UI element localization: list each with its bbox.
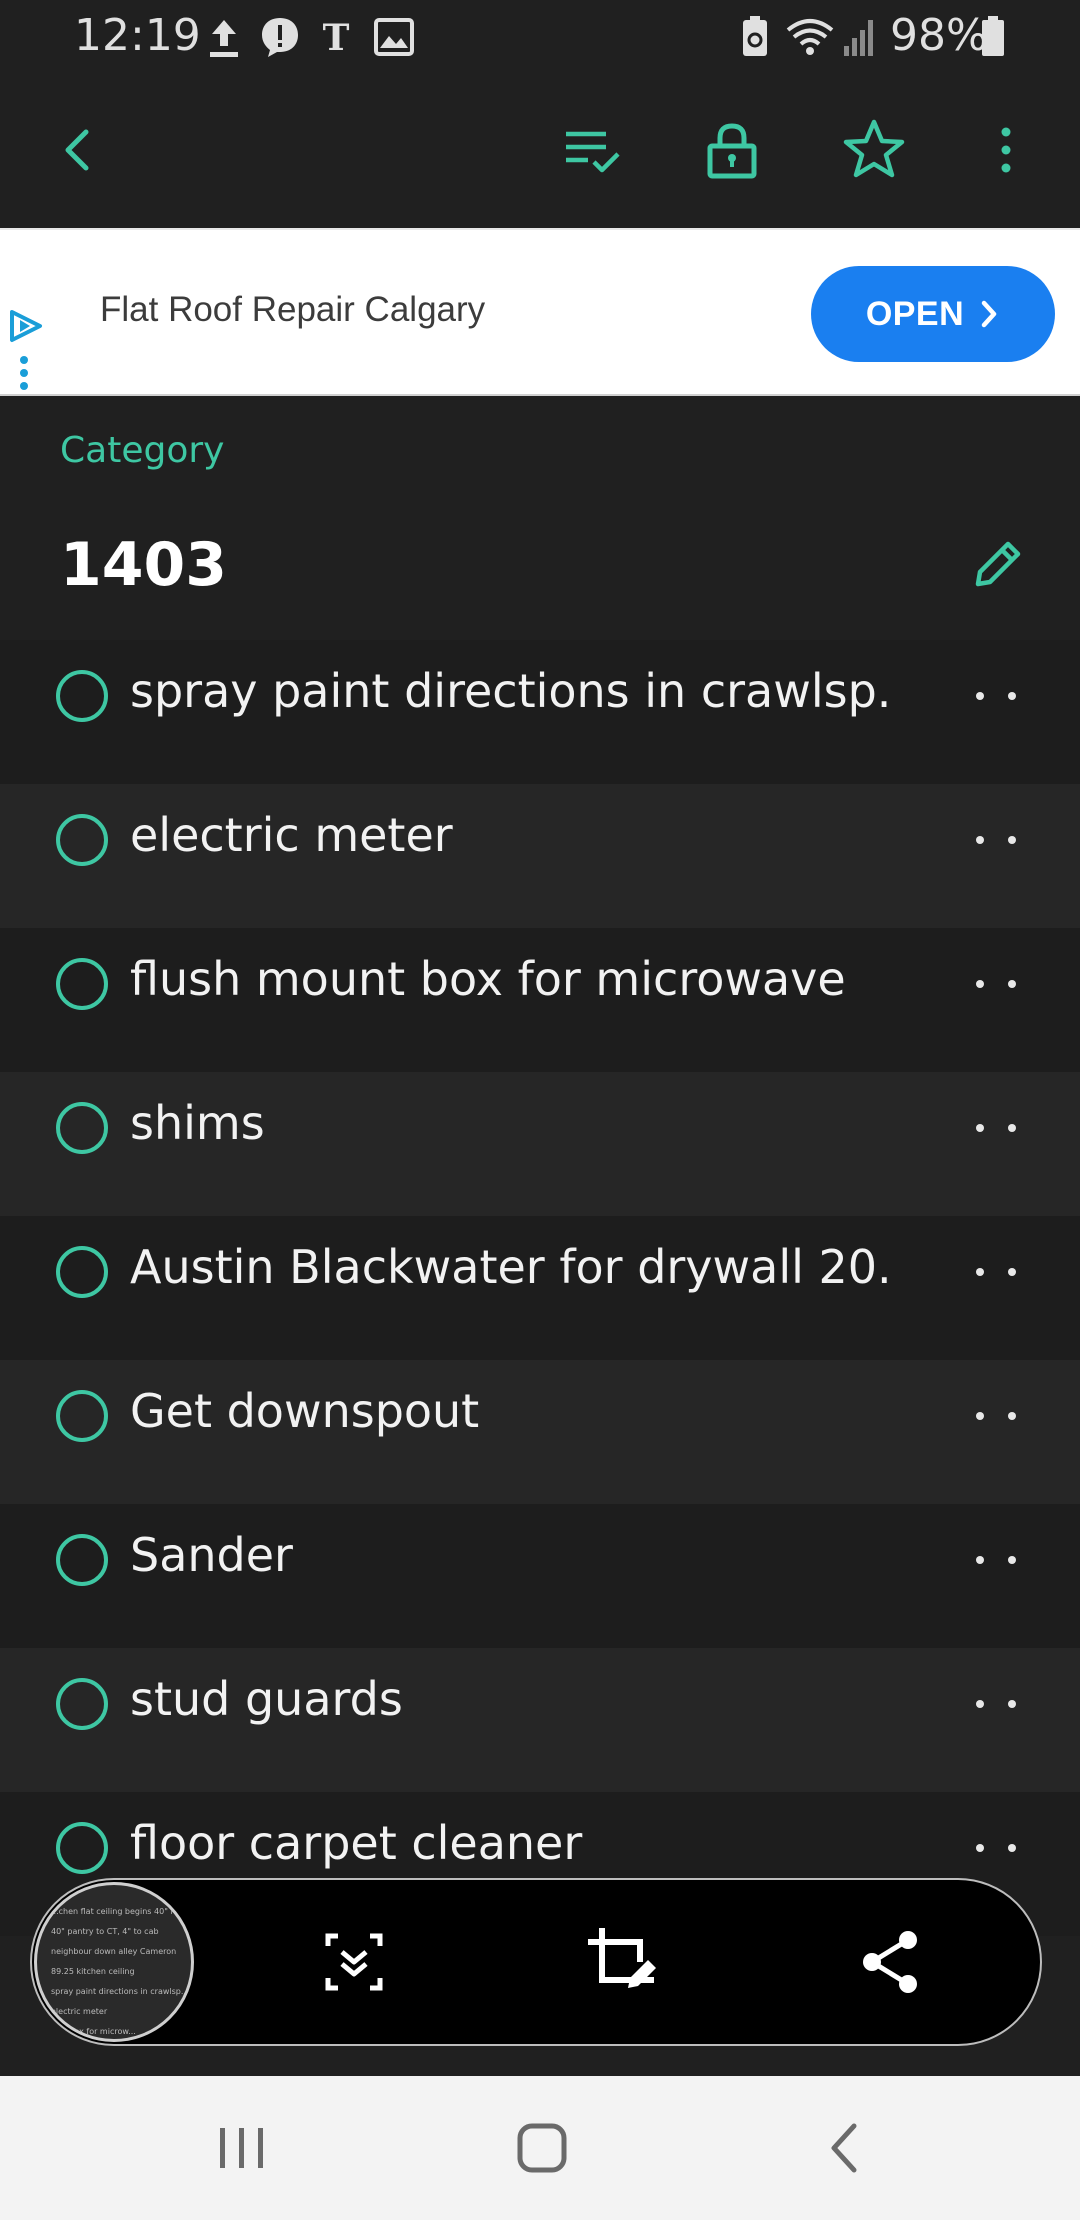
- task-list: spray paint directions in crawlsp... ele…: [0, 640, 1080, 1936]
- app-bar: [0, 72, 1080, 228]
- drag-handle-icon[interactable]: [966, 1404, 1026, 1428]
- svg-text:T: T: [323, 17, 350, 59]
- item-label[interactable]: Get downspout: [130, 1384, 890, 1438]
- thumb-line: ...chen flat ceiling begins 40" from: [51, 1907, 190, 1916]
- list-item[interactable]: stud guards: [0, 1648, 1080, 1792]
- checkbox-circle[interactable]: [56, 1678, 108, 1730]
- checkbox-circle[interactable]: [56, 1102, 108, 1154]
- thumb-line: electric meter: [51, 2007, 108, 2016]
- list-item[interactable]: flush mount box for microwave: [0, 928, 1080, 1072]
- share-icon[interactable]: [850, 1922, 930, 2002]
- checklist-icon[interactable]: [556, 114, 628, 186]
- image-icon: [374, 18, 414, 56]
- checkbox-circle[interactable]: [56, 1246, 108, 1298]
- drag-handle-icon[interactable]: [966, 1548, 1026, 1572]
- back-icon[interactable]: [42, 114, 114, 186]
- wifi-icon: [786, 19, 834, 55]
- item-label[interactable]: floor carpet cleaner: [130, 1816, 890, 1870]
- drag-handle-icon[interactable]: [966, 972, 1026, 996]
- item-label[interactable]: flush mount box for microwave: [130, 952, 890, 1006]
- drag-handle-icon[interactable]: [966, 1116, 1026, 1140]
- list-item[interactable]: shims: [0, 1072, 1080, 1216]
- battery-percentage: 98%: [890, 10, 988, 61]
- crop-edit-icon[interactable]: [582, 1922, 662, 2002]
- checkbox-circle[interactable]: [56, 958, 108, 1010]
- list-item[interactable]: Get downspout: [0, 1360, 1080, 1504]
- screen: 12:19 T 98% Flat Roof Repair Calgary OPE…: [0, 0, 1080, 2220]
- chevron-right-icon: [981, 300, 997, 328]
- category-label: Category: [60, 430, 225, 471]
- status-bar: 12:19 T 98%: [0, 0, 1080, 72]
- recents-button[interactable]: [212, 2118, 272, 2178]
- system-nav-bar: [0, 2076, 1080, 2220]
- checkbox-circle[interactable]: [56, 1534, 108, 1586]
- item-label[interactable]: spray paint directions in crawlsp...: [130, 664, 890, 718]
- list-item[interactable]: Sander: [0, 1504, 1080, 1648]
- scroll-capture-icon[interactable]: [314, 1922, 394, 2002]
- upload-icon: [210, 20, 238, 57]
- signal-icon: [844, 20, 873, 56]
- checkbox-circle[interactable]: [56, 670, 108, 722]
- more-vertical-icon[interactable]: [970, 114, 1042, 186]
- ad-open-label: OPEN: [865, 294, 965, 333]
- item-label[interactable]: Sander: [130, 1528, 890, 1582]
- list-item[interactable]: spray paint directions in crawlsp...: [0, 640, 1080, 784]
- lock-icon[interactable]: [696, 114, 768, 186]
- nyt-icon: T: [323, 17, 350, 59]
- thumb-line: 89.25 kitchen ceiling: [51, 1967, 135, 1976]
- battery-icon: [982, 16, 1004, 56]
- thumb-line: spray paint directions in crawlsp...: [51, 1987, 189, 1996]
- list-item[interactable]: electric meter: [0, 784, 1080, 928]
- item-label[interactable]: Austin Blackwater for drywall 20...: [130, 1240, 890, 1294]
- ad-open-button[interactable]: OPEN: [811, 266, 1055, 362]
- thumb-line: 40" pantry to CT, 4" to cab: [51, 1927, 159, 1936]
- list-title: 1403: [60, 530, 227, 600]
- drag-handle-icon[interactable]: [966, 828, 1026, 852]
- home-button[interactable]: [512, 2118, 572, 2178]
- item-label[interactable]: electric meter: [130, 808, 890, 862]
- drag-handle-icon[interactable]: [966, 684, 1026, 708]
- star-icon[interactable]: [838, 114, 910, 186]
- thumb-line: ...nt box for microw...: [51, 2027, 136, 2036]
- ad-banner[interactable]: Flat Roof Repair Calgary OPEN: [0, 228, 1080, 396]
- thumb-line: neighbour down alley Cameron: [51, 1947, 177, 1956]
- checkbox-circle[interactable]: [56, 814, 108, 866]
- checkbox-circle[interactable]: [56, 1822, 108, 1874]
- checkbox-circle[interactable]: [56, 1390, 108, 1442]
- alert-icon: [262, 18, 298, 57]
- list-item[interactable]: Austin Blackwater for drywall 20...: [0, 1216, 1080, 1360]
- edit-pencil-icon[interactable]: [968, 534, 1028, 594]
- item-label[interactable]: stud guards: [130, 1672, 890, 1726]
- drag-handle-icon[interactable]: [966, 1260, 1026, 1284]
- nav-back-button[interactable]: [816, 2118, 876, 2178]
- ad-choices-icon[interactable]: [6, 308, 46, 344]
- screenshot-toolbar: ...chen flat ceiling begins 40" from 40"…: [30, 1878, 1042, 2046]
- drag-handle-icon[interactable]: [966, 1836, 1026, 1860]
- drag-handle-icon[interactable]: [966, 1692, 1026, 1716]
- status-time: 12:19: [74, 10, 201, 61]
- battery-saver-icon: [743, 16, 767, 56]
- item-label[interactable]: shims: [130, 1096, 890, 1150]
- ad-headline[interactable]: Flat Roof Repair Calgary: [100, 290, 485, 330]
- ad-options-icon[interactable]: [18, 354, 30, 394]
- screenshot-thumbnail[interactable]: ...chen flat ceiling begins 40" from 40"…: [34, 1882, 194, 2042]
